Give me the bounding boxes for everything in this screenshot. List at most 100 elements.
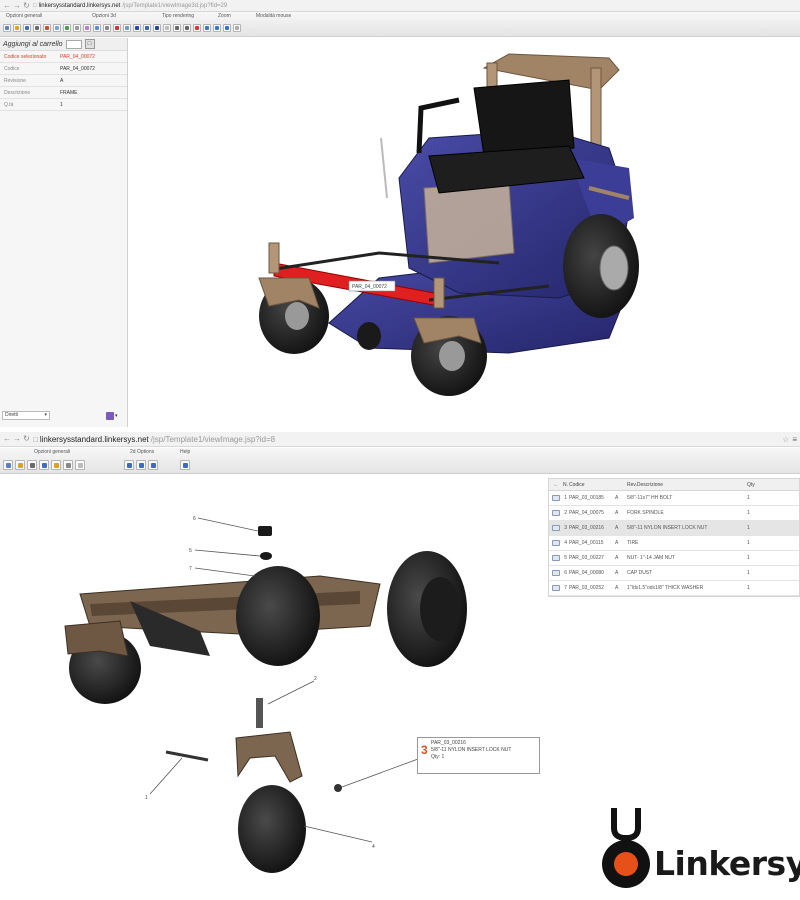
- property-value: PAR_04_00072: [60, 53, 95, 60]
- save-icon[interactable]: [39, 460, 49, 470]
- property-key: Revisione: [4, 77, 26, 84]
- blank-icon[interactable]: [75, 460, 85, 470]
- chevron-down-icon: ▾: [44, 412, 47, 418]
- palette-button[interactable]: ▾: [106, 410, 124, 421]
- row-qty: 1: [747, 495, 750, 501]
- zoom-in-icon[interactable]: [173, 24, 181, 32]
- pan-mode-icon[interactable]: [213, 24, 221, 32]
- property-row-code: Codice PAR_04_00072: [0, 63, 127, 75]
- cart-icon[interactable]: □: [84, 39, 95, 49]
- row-revision: A: [615, 570, 619, 576]
- property-value: PAR_04_00072: [60, 65, 95, 72]
- table-row[interactable]: 5 PAR_03_00227 A NUT- 1"-14 JAM NUT 1: [549, 551, 799, 566]
- browser-address-bar-top: ← → ↻ □ linkersysstandard.linkersys.net /…: [0, 0, 800, 12]
- back-icon[interactable]: ←: [3, 435, 11, 443]
- rotate-icon[interactable]: [63, 24, 71, 32]
- forward-icon[interactable]: →: [13, 1, 21, 10]
- shaded-icon[interactable]: [133, 24, 141, 32]
- row-revision: A: [615, 585, 619, 591]
- url-host-bottom: linkersysstandard.linkersys.net: [39, 434, 149, 444]
- mower-3d-model[interactable]: PAR_04_00072: [129, 38, 800, 427]
- settings-icon[interactable]: [3, 24, 11, 32]
- row-qty: 1: [747, 525, 750, 531]
- table-row[interactable]: 2 PAR_04_00075 A FORK SPINDLE 1: [549, 506, 799, 521]
- mode-select[interactable]: Diretti ▾: [2, 411, 50, 420]
- callout-label-4: 4: [372, 844, 375, 850]
- layers-icon[interactable]: [123, 24, 131, 32]
- row-code: PAR_03_00252: [569, 585, 604, 591]
- pan-icon[interactable]: [73, 24, 81, 32]
- zoom-fit-icon[interactable]: [183, 24, 191, 32]
- browser-menu-icon[interactable]: ≡: [792, 435, 797, 444]
- fit-icon[interactable]: [148, 460, 158, 470]
- row-code: PAR_04_00075: [569, 510, 604, 516]
- export-icon[interactable]: [43, 24, 51, 32]
- row-description: CAP DUST: [627, 570, 653, 576]
- row-revision: A: [615, 555, 619, 561]
- back-arrow-icon[interactable]: ←: [549, 482, 563, 488]
- table-row[interactable]: 4 PAR_04_00115 A TIRE 1: [549, 536, 799, 551]
- viewer-toolbar-top: Opzioni generali Opzioni 3d Tipo renderi…: [0, 12, 800, 37]
- transparent-icon[interactable]: [163, 24, 171, 32]
- row-code: PAR_03_00227: [569, 555, 604, 561]
- help-icon[interactable]: [180, 460, 190, 470]
- row-qty: 1: [747, 540, 750, 546]
- zoom-out-icon[interactable]: [136, 460, 146, 470]
- 3d-viewport[interactable]: PAR_04_00072: [129, 38, 800, 427]
- bookmark-star-icon[interactable]: ☆: [782, 435, 789, 444]
- orbit-mode-icon[interactable]: [203, 24, 211, 32]
- exploded-view-diagram[interactable]: 6 5 7 2 1 4: [0, 476, 545, 876]
- callout-label-1: 1: [145, 795, 148, 801]
- back-icon[interactable]: ←: [3, 1, 11, 10]
- view-icon[interactable]: [53, 24, 61, 32]
- row-qty: 1: [747, 585, 750, 591]
- explode-icon[interactable]: [83, 24, 91, 32]
- table-header: ← N. Codice Rev.Descrizione Qty: [549, 479, 799, 491]
- print-icon[interactable]: [27, 460, 37, 470]
- forward-icon[interactable]: →: [13, 435, 21, 443]
- folder-icon[interactable]: [15, 460, 25, 470]
- wireframe-icon[interactable]: [143, 24, 151, 32]
- select-mode-icon[interactable]: [193, 24, 201, 32]
- hidden-line-icon[interactable]: [153, 24, 161, 32]
- cube-icon[interactable]: [93, 24, 101, 32]
- chevron-down-icon: ▾: [115, 412, 118, 419]
- row-description: 5/8"-11x7" HH BOLT: [627, 495, 673, 501]
- section-icon[interactable]: [103, 24, 111, 32]
- part-tooltip: 3 PAR_03_00216 5/8"-11 NYLON INSERT LOCK…: [417, 737, 540, 774]
- reload-icon[interactable]: ↻: [23, 1, 30, 10]
- row-revision: A: [615, 540, 619, 546]
- url-field-bottom[interactable]: □ linkersysstandard.linkersys.net/jsp/Te…: [33, 435, 779, 444]
- tooltip-number: 3: [421, 743, 428, 757]
- table-row[interactable]: 1 PAR_03_00185 A 5/8"-11x7" HH BOLT 1: [549, 491, 799, 506]
- table-row[interactable]: 7 PAR_03_00252 A 1"Idx1.5"odx1/8" THICK …: [549, 581, 799, 596]
- property-key: Q.tà: [4, 101, 14, 108]
- zoom-in-icon[interactable]: [124, 460, 134, 470]
- zoom-mode-icon[interactable]: [223, 24, 231, 32]
- reload-icon[interactable]: ↻: [23, 435, 30, 443]
- page-icon: □: [33, 434, 38, 444]
- save-icon[interactable]: [23, 24, 31, 32]
- property-value: A: [60, 77, 64, 84]
- print-icon[interactable]: [33, 24, 41, 32]
- column-header-qty: Qty: [747, 481, 755, 488]
- note-icon[interactable]: [51, 460, 61, 470]
- measure-mode-icon[interactable]: [233, 24, 241, 32]
- color-icon[interactable]: [113, 24, 121, 32]
- property-value: 1: [60, 101, 63, 108]
- browser-address-bar-bottom: ← → ↻ □ linkersysstandard.linkersys.net /…: [0, 432, 800, 447]
- palette-icon: [106, 411, 114, 420]
- url-field-top[interactable]: □ linkersysstandard.linkersys.net/jsp/Te…: [33, 1, 797, 10]
- tooltip-code: PAR_03_00216: [431, 740, 466, 746]
- cart-quantity-input[interactable]: [65, 39, 82, 49]
- search-icon[interactable]: [63, 460, 73, 470]
- property-row-revision: Revisione A: [0, 75, 127, 87]
- toolbar-group-general: Opzioni generali: [6, 13, 43, 19]
- row-qty: 1: [747, 570, 750, 576]
- table-row-selected[interactable]: 3 PAR_03_00216 A 5/8"-11 NYLON INSERT LO…: [549, 521, 799, 536]
- url-path-bottom: /jsp/Template1/viewImage.jsp?id=8: [150, 434, 276, 444]
- settings-icon[interactable]: [3, 460, 13, 470]
- table-row[interactable]: 6 PAR_04_00080 A CAP DUST 1: [549, 566, 799, 581]
- folder-icon[interactable]: [13, 24, 21, 32]
- toolbar-group-rendering: Tipo rendering: [162, 13, 195, 19]
